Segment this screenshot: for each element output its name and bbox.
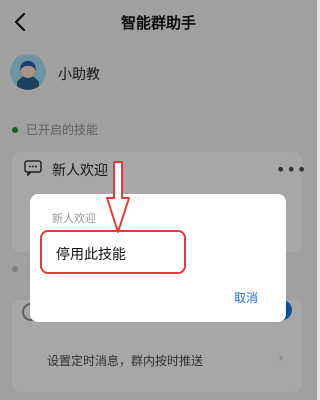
disable-skill-label: 停用此技能 xyxy=(56,247,126,263)
annotation-arrow-icon xyxy=(106,161,130,233)
disable-skill-option[interactable]: 停用此技能 xyxy=(40,230,186,274)
action-dialog: 新人欢迎 停用此技能 取消 xyxy=(30,194,286,322)
cancel-button[interactable]: 取消 xyxy=(234,289,258,306)
dialog-title: 新人欢迎 xyxy=(52,212,96,225)
